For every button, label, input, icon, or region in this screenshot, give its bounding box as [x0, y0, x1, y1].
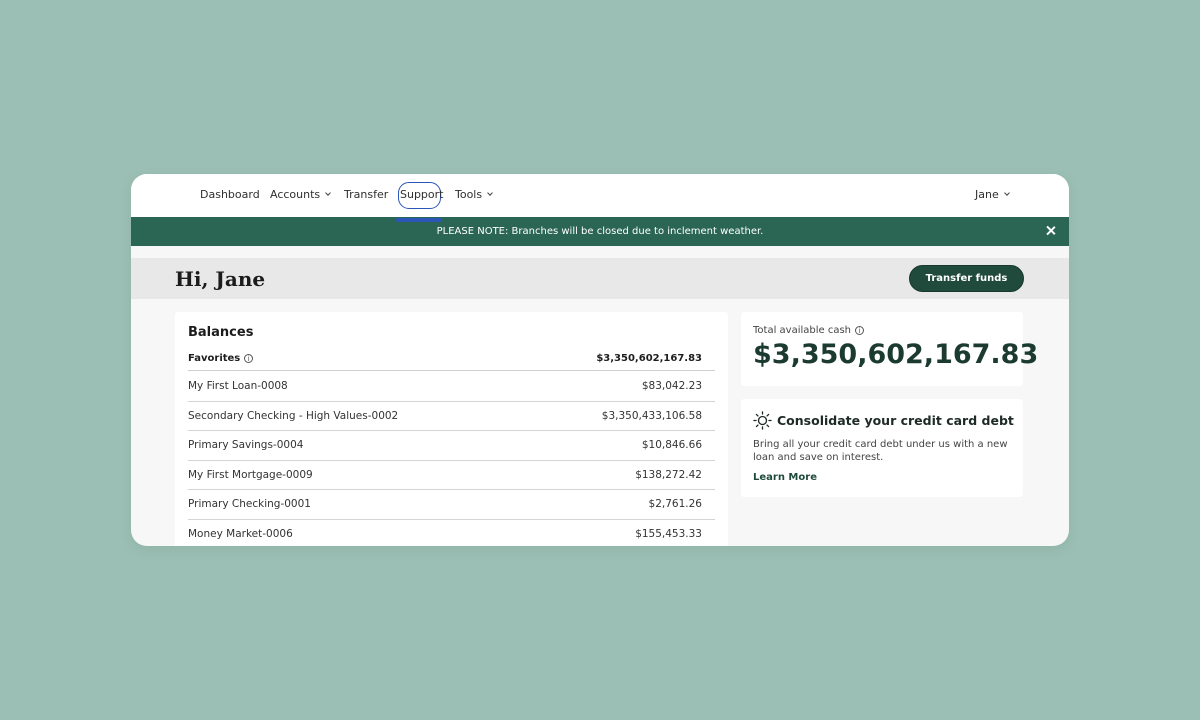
account-name: Primary Savings-0004	[188, 439, 304, 451]
nav-accounts-label: Accounts	[270, 188, 321, 201]
page-title: Hi, Jane	[175, 267, 266, 291]
greeting-bar: Hi, Jane Transfer funds	[131, 258, 1069, 299]
nav-tools[interactable]: Tools	[455, 188, 493, 201]
available-cash-value: $3,350,602,167.83	[753, 339, 1039, 370]
info-icon[interactable]: i	[244, 354, 254, 363]
nav-accounts[interactable]: Accounts	[270, 188, 331, 201]
account-row[interactable]: My First Mortgage-0009 $138,272.42	[188, 461, 715, 490]
nav-transfer-label: Transfer	[344, 188, 389, 201]
user-menu[interactable]: Jane	[975, 188, 1010, 201]
account-balance: $155,453.33	[635, 527, 702, 540]
nav-dashboard-label: Dashboard	[200, 188, 260, 201]
account-name: Money Market-0006	[188, 527, 293, 540]
transfer-funds-button[interactable]: Transfer funds	[909, 265, 1024, 292]
nav-support[interactable]: Support	[400, 188, 443, 201]
account-balance: $83,042.23	[641, 380, 702, 392]
top-nav: Dashboard Accounts Transfer Support Tool…	[131, 174, 1069, 217]
account-balance: $138,272.42	[635, 468, 702, 481]
favorites-header: Favorites i $3,350,602,167.83	[188, 353, 715, 371]
account-name: Primary Checking-0001	[188, 498, 311, 510]
active-tab-indicator	[396, 218, 442, 222]
account-balance: $3,350,433,106.58	[601, 409, 702, 422]
favorites-total: $3,350,602,167.83	[596, 353, 702, 364]
nav-support-label: Support	[400, 188, 444, 201]
favorites-label-group: Favorites i	[188, 353, 254, 364]
close-icon[interactable]	[1045, 225, 1057, 237]
account-row[interactable]: Primary Savings-0004 $10,846.66	[188, 431, 715, 461]
available-cash-card: Total available cash i $3,350,602,167.83	[741, 312, 1038, 386]
account-row[interactable]: Money Market-0006 $155,453.33	[188, 520, 715, 547]
nav-transfer[interactable]: Transfer	[344, 188, 388, 201]
balances-title: Balances	[188, 325, 254, 340]
account-row[interactable]: My First Loan-0008 $83,042.23	[188, 372, 715, 402]
app-window: Dashboard Accounts Transfer Support Tool…	[131, 174, 1069, 546]
account-row[interactable]: Secondary Checking - High Values-0002 $3…	[188, 402, 715, 431]
balances-card: Balances Favorites i $3,350,602,167.83 M…	[175, 312, 728, 546]
account-name: My First Mortgage-0009	[188, 468, 313, 481]
user-menu-label: Jane	[975, 188, 999, 201]
chevron-down-icon	[325, 190, 331, 196]
info-icon[interactable]: i	[855, 326, 865, 335]
nav-dashboard[interactable]: Dashboard	[200, 188, 260, 201]
account-name: Secondary Checking - High Values-0002	[188, 409, 399, 422]
alert-banner: PLEASE NOTE: Branches will be closed due…	[131, 217, 1069, 246]
favorites-label: Favorites	[188, 353, 241, 364]
available-cash-label: Total available cash	[753, 325, 852, 336]
chevron-down-icon	[487, 190, 493, 196]
chevron-down-icon	[1003, 190, 1010, 196]
account-balance: $2,761.26	[648, 498, 702, 510]
account-balance: $10,846.66	[641, 439, 702, 451]
promo-card: Consolidate your credit card debt Bring …	[741, 399, 1023, 497]
promo-title: Consolidate your credit card debt	[777, 413, 1014, 428]
learn-more-link[interactable]: Learn More	[753, 472, 817, 483]
sun-icon	[753, 411, 772, 430]
available-cash-label-group: Total available cash i	[753, 325, 865, 336]
promo-text: Bring all your credit card debt under us…	[753, 439, 1008, 463]
alert-banner-text: PLEASE NOTE: Branches will be closed due…	[436, 226, 764, 237]
nav-tools-label: Tools	[455, 188, 483, 201]
account-row[interactable]: Primary Checking-0001 $2,761.26	[188, 490, 715, 520]
account-name: My First Loan-0008	[188, 380, 288, 392]
